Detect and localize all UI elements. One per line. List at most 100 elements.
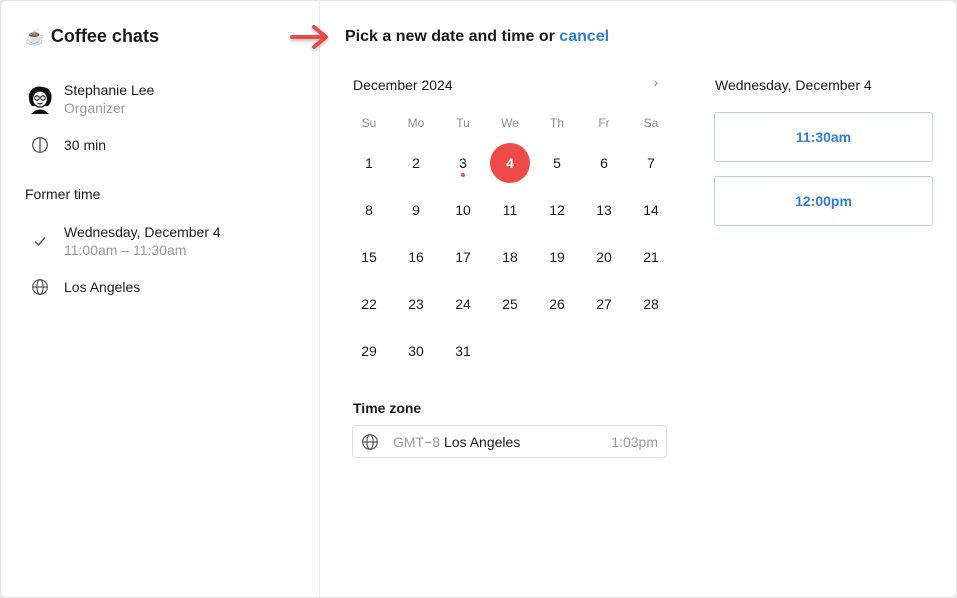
calendar-day[interactable]: 23 — [396, 284, 436, 324]
calendar-day-number: 7 — [647, 155, 655, 171]
former-date: Wednesday, December 4 — [64, 224, 221, 240]
organizer-role: Organizer — [64, 100, 126, 116]
timezone-current-time: 1:03pm — [611, 434, 658, 450]
calendar-day-number: 20 — [596, 249, 612, 265]
calendar-day[interactable]: 26 — [537, 284, 577, 324]
calendar-day-number: 21 — [643, 249, 659, 265]
calendar-day-number: 15 — [361, 249, 377, 265]
calendar-day-number: 10 — [455, 202, 471, 218]
page-title: Pick a new date and time or cancel — [345, 28, 609, 46]
calendar-day[interactable]: 22 — [349, 284, 389, 324]
calendar-day-number: 13 — [596, 202, 612, 218]
calendar-day-number: 29 — [361, 343, 377, 359]
calendar-day[interactable]: 6 — [584, 143, 624, 183]
calendar-day-number: 30 — [408, 343, 424, 359]
month-label: December 2024 — [353, 77, 453, 93]
duration-icon — [25, 130, 55, 160]
today-indicator-dot — [461, 173, 465, 177]
calendar-day[interactable]: 8 — [349, 190, 389, 230]
organizer-row: Stephanie Lee Organizer — [25, 81, 154, 117]
calendar-day[interactable]: 29 — [349, 331, 389, 371]
calendar-day-number: 5 — [553, 155, 561, 171]
former-range: 11:00am – 11:30am — [64, 242, 187, 258]
calendar-day[interactable]: 25 — [490, 284, 530, 324]
timezone-city: Los Angeles — [444, 434, 521, 450]
weekday-label: Sa — [643, 116, 659, 130]
calendar-day-number: 9 — [412, 202, 420, 218]
check-icon — [25, 226, 55, 256]
booking-window: ☕ Coffee chats Stephanie Lee Organizer 3… — [0, 0, 957, 598]
calendar-day[interactable]: 21 — [631, 237, 671, 277]
calendar-day[interactable]: 27 — [584, 284, 624, 324]
calendar-day-number: 11 — [502, 202, 518, 218]
calendar-day[interactable]: 3 — [443, 143, 483, 183]
calendar-day[interactable]: 12 — [537, 190, 577, 230]
calendar-day-number: 4 — [506, 155, 514, 171]
calendar-day[interactable]: 10 — [443, 190, 483, 230]
time-slot-button[interactable]: 11:30am — [714, 112, 933, 162]
calendar-day-number: 1 — [365, 155, 373, 171]
calendar-day[interactable]: 17 — [443, 237, 483, 277]
calendar-day[interactable]: 18 — [490, 237, 530, 277]
page-title-text: Pick a new date and time or — [345, 28, 555, 45]
calendar-day[interactable]: 20 — [584, 237, 624, 277]
calendar-day[interactable]: 28 — [631, 284, 671, 324]
calendar-day[interactable]: 7 — [631, 143, 671, 183]
calendar-day-number: 18 — [502, 249, 518, 265]
calendar-day-number: 6 — [600, 155, 608, 171]
weekday-label: Mo — [407, 116, 425, 130]
timezone-label: Time zone — [353, 400, 422, 416]
calendar-day-selected[interactable]: 4 — [490, 143, 530, 183]
calendar-day-number: 23 — [408, 296, 424, 312]
calendar-day[interactable]: 15 — [349, 237, 389, 277]
calendar-day[interactable]: 2 — [396, 143, 436, 183]
calendar-day-number: 19 — [549, 249, 565, 265]
globe-icon — [361, 433, 379, 456]
calendar-day[interactable]: 24 — [443, 284, 483, 324]
calendar-day[interactable]: 13 — [584, 190, 624, 230]
event-title: ☕ Coffee chats — [25, 26, 159, 47]
former-time-row: Wednesday, December 4 11:00am – 11:30am — [25, 223, 221, 259]
calendar-day-number: 25 — [502, 296, 518, 312]
calendar-day-number: 12 — [549, 202, 565, 218]
avatar — [25, 84, 55, 114]
former-time-label: Former time — [25, 186, 101, 202]
calendar-day[interactable]: 11 — [490, 190, 530, 230]
calendar-day[interactable]: 14 — [631, 190, 671, 230]
timezone-select[interactable]: GMT−8 Los Angeles 1:03pm — [352, 425, 667, 458]
location-row: Los Angeles — [25, 272, 140, 302]
coffee-cup-icon: ☕ — [25, 28, 45, 46]
event-sidebar: ☕ Coffee chats Stephanie Lee Organizer 3… — [1, 1, 320, 597]
weekday-label: Th — [549, 116, 564, 130]
calendar-day[interactable]: 16 — [396, 237, 436, 277]
calendar-day[interactable]: 19 — [537, 237, 577, 277]
event-title-text: Coffee chats — [50, 26, 159, 46]
weekday-label: We — [501, 116, 519, 130]
calendar-day-number: 26 — [549, 296, 565, 312]
calendar-day[interactable]: 5 — [537, 143, 577, 183]
organizer-name: Stephanie Lee — [64, 82, 155, 98]
calendar-day[interactable]: 1 — [349, 143, 389, 183]
time-slot-button[interactable]: 12:00pm — [714, 176, 933, 226]
calendar-day-number: 24 — [455, 296, 471, 312]
next-month-button[interactable]: › — [647, 74, 665, 94]
duration-text: 30 min — [64, 137, 107, 153]
calendar-day-number: 28 — [643, 296, 659, 312]
calendar-day-number: 2 — [412, 155, 420, 171]
weekday-label: Tu — [456, 116, 470, 130]
calendar-day-number: 17 — [455, 249, 471, 265]
calendar-day[interactable]: 9 — [396, 190, 436, 230]
weekday-label: Su — [361, 116, 377, 130]
calendar-day-number: 3 — [459, 155, 467, 171]
calendar-day-number: 27 — [596, 296, 612, 312]
duration-row: 30 min — [25, 130, 106, 160]
timezone-offset: GMT−8 — [393, 434, 441, 450]
globe-icon — [25, 272, 55, 302]
calendar-day-number: 16 — [408, 249, 424, 265]
calendar-day[interactable]: 31 — [443, 331, 483, 371]
weekday-label: Fr — [598, 116, 610, 130]
calendar-day-number: 22 — [361, 296, 377, 312]
calendar-day-number: 14 — [643, 202, 659, 218]
cancel-link[interactable]: cancel — [559, 28, 609, 45]
calendar-day[interactable]: 30 — [396, 331, 436, 371]
